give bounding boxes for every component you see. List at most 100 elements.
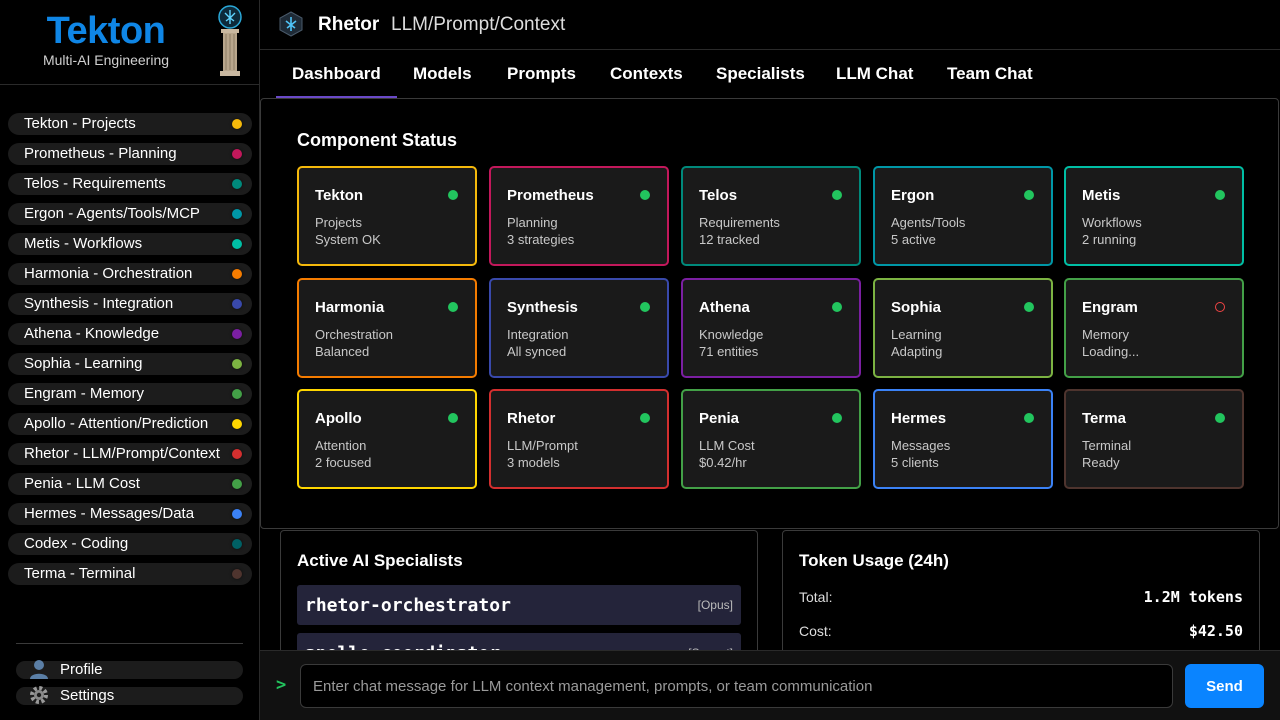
sidebar-item[interactable]: Athena - Knowledge <box>8 323 252 345</box>
sidebar-item-label: Penia - LLM Cost <box>24 475 140 492</box>
sidebar-item[interactable]: Ergon - Agents/Tools/MCP <box>8 203 252 225</box>
card-line2: Balanced <box>315 344 370 359</box>
status-card-ergon[interactable]: Ergon Agents/Tools 5 active <box>873 166 1053 266</box>
profile-button[interactable]: Profile <box>16 660 243 679</box>
brand-title: Tekton <box>46 10 166 52</box>
card-line1: Messages <box>891 438 951 453</box>
status-card-hermes[interactable]: Hermes Messages 5 clients <box>873 389 1053 489</box>
status-dot-icon <box>832 413 842 423</box>
status-dot-icon <box>1215 190 1225 200</box>
card-line1: Knowledge <box>699 327 764 342</box>
specialist-model: [Opus] <box>697 598 733 612</box>
status-card-telos[interactable]: Telos Requirements 12 tracked <box>681 166 861 266</box>
status-dot-icon <box>832 190 842 200</box>
status-card-apollo[interactable]: Apollo Attention 2 focused <box>297 389 477 489</box>
sidebar-item[interactable]: Telos - Requirements <box>8 173 252 195</box>
sidebar-item[interactable]: Synthesis - Integration <box>8 293 252 315</box>
sidebar-item[interactable]: Rhetor - LLM/Prompt/Context <box>8 443 252 465</box>
prompt-symbol: > <box>276 675 287 695</box>
component-subtitle: LLM/Prompt/Context <box>391 14 566 35</box>
card-name: Prometheus <box>507 187 594 204</box>
status-dot-icon <box>232 239 242 249</box>
sidebar-item[interactable]: Tekton - Projects <box>8 113 252 135</box>
chat-bar: > Send <box>260 650 1280 720</box>
component-nav: Tekton - Projects Prometheus - Planning Te… <box>8 113 252 593</box>
sidebar-item[interactable]: Metis - Workflows <box>8 233 252 255</box>
sidebar-item-label: Ergon - Agents/Tools/MCP <box>24 205 200 222</box>
status-card-engram[interactable]: Engram Memory Loading... <box>1064 278 1244 378</box>
card-line1: Requirements <box>699 215 780 230</box>
sidebar-item-label: Metis - Workflows <box>24 235 143 252</box>
card-line1: Terminal <box>1082 438 1132 453</box>
brand-header: Tekton Multi-AI Engineering <box>0 0 259 85</box>
status-card-harmonia[interactable]: Harmonia Orchestration Balanced <box>297 278 477 378</box>
status-dot-icon <box>232 329 242 339</box>
status-card-terma[interactable]: Terma Terminal Ready <box>1064 389 1244 489</box>
card-name: Telos <box>699 187 738 204</box>
status-dot-icon <box>1024 302 1034 312</box>
status-card-penia[interactable]: Penia LLM Cost $0.42/hr <box>681 389 861 489</box>
status-dot-icon <box>232 299 242 309</box>
status-card-rhetor[interactable]: Rhetor LLM/Prompt 3 models <box>489 389 669 489</box>
card-name: Hermes <box>891 410 947 427</box>
chat-input[interactable] <box>300 664 1173 708</box>
sidebar-item[interactable]: Codex - Coding <box>8 533 252 555</box>
status-card-sophia[interactable]: Sophia Learning Adapting <box>873 278 1053 378</box>
status-dot-icon <box>232 569 242 579</box>
card-line2: Adapting <box>891 344 943 359</box>
tab-contexts[interactable]: Contexts <box>610 64 683 84</box>
card-line1: Agents/Tools <box>891 215 966 230</box>
sidebar-item[interactable]: Prometheus - Planning <box>8 143 252 165</box>
card-line2: All synced <box>507 344 567 359</box>
component-header: Rhetor LLM/Prompt/Context <box>260 0 1280 50</box>
card-name: Ergon <box>891 187 935 204</box>
card-name: Engram <box>1082 299 1138 316</box>
status-dot-icon <box>232 359 242 369</box>
card-line2: Ready <box>1082 455 1120 470</box>
sidebar-item[interactable]: Penia - LLM Cost <box>8 473 252 495</box>
tab-llm-chat[interactable]: LLM Chat <box>836 64 913 84</box>
status-dot-icon <box>232 179 242 189</box>
tab-dashboard[interactable]: Dashboard <box>276 64 397 98</box>
sidebar-item-label: Terma - Terminal <box>24 565 136 582</box>
status-card-synthesis[interactable]: Synthesis Integration All synced <box>489 278 669 378</box>
settings-label: Settings <box>60 687 115 704</box>
status-dot-icon <box>232 389 242 399</box>
sidebar-item[interactable]: Apollo - Attention/Prediction <box>8 413 252 435</box>
brand-subtitle: Multi-AI Engineering <box>42 52 170 68</box>
status-dot-icon <box>232 539 242 549</box>
settings-button[interactable]: Settings <box>16 686 243 705</box>
component-status-panel: Component Status Tekton Projects System OK… <box>260 98 1279 529</box>
sidebar-item-label: Engram - Memory <box>24 385 145 402</box>
tab-specialists[interactable]: Specialists <box>716 64 805 84</box>
status-dot-icon <box>232 419 242 429</box>
specialist-row[interactable]: rhetor-orchestrator [Opus] <box>297 585 741 625</box>
status-card-metis[interactable]: Metis Workflows 2 running <box>1064 166 1244 266</box>
sidebar-item-label: Tekton - Projects <box>24 115 136 132</box>
sidebar-item-label: Synthesis - Integration <box>24 295 174 312</box>
sidebar-item[interactable]: Hermes - Messages/Data <box>8 503 252 525</box>
status-card-prometheus[interactable]: Prometheus Planning 3 strategies <box>489 166 669 266</box>
status-card-tekton[interactable]: Tekton Projects System OK <box>297 166 477 266</box>
sidebar-item[interactable]: Sophia - Learning <box>8 353 252 375</box>
card-line2: $0.42/hr <box>699 455 747 470</box>
status-card-athena[interactable]: Athena Knowledge 71 entities <box>681 278 861 378</box>
status-dot-icon <box>1024 190 1034 200</box>
status-dot-icon <box>832 302 842 312</box>
component-name: Rhetor <box>318 14 380 35</box>
sidebar-item-label: Prometheus - Planning <box>24 145 177 162</box>
sidebar-item-label: Telos - Requirements <box>24 175 166 192</box>
sidebar-item[interactable]: Terma - Terminal <box>8 563 252 585</box>
tab-team-chat[interactable]: Team Chat <box>947 64 1033 84</box>
tab-models[interactable]: Models <box>413 64 472 84</box>
sidebar-item-label: Sophia - Learning <box>24 355 143 372</box>
sidebar-item[interactable]: Harmonia - Orchestration <box>8 263 252 285</box>
card-name: Apollo <box>315 410 362 427</box>
send-button[interactable]: Send <box>1185 664 1264 708</box>
card-line1: Workflows <box>1082 215 1142 230</box>
sidebar-item[interactable]: Engram - Memory <box>8 383 252 405</box>
sidebar-item-label: Hermes - Messages/Data <box>24 505 195 522</box>
tab-prompts[interactable]: Prompts <box>507 64 576 84</box>
sidebar-item-label: Apollo - Attention/Prediction <box>24 415 209 432</box>
card-name: Terma <box>1082 410 1126 427</box>
